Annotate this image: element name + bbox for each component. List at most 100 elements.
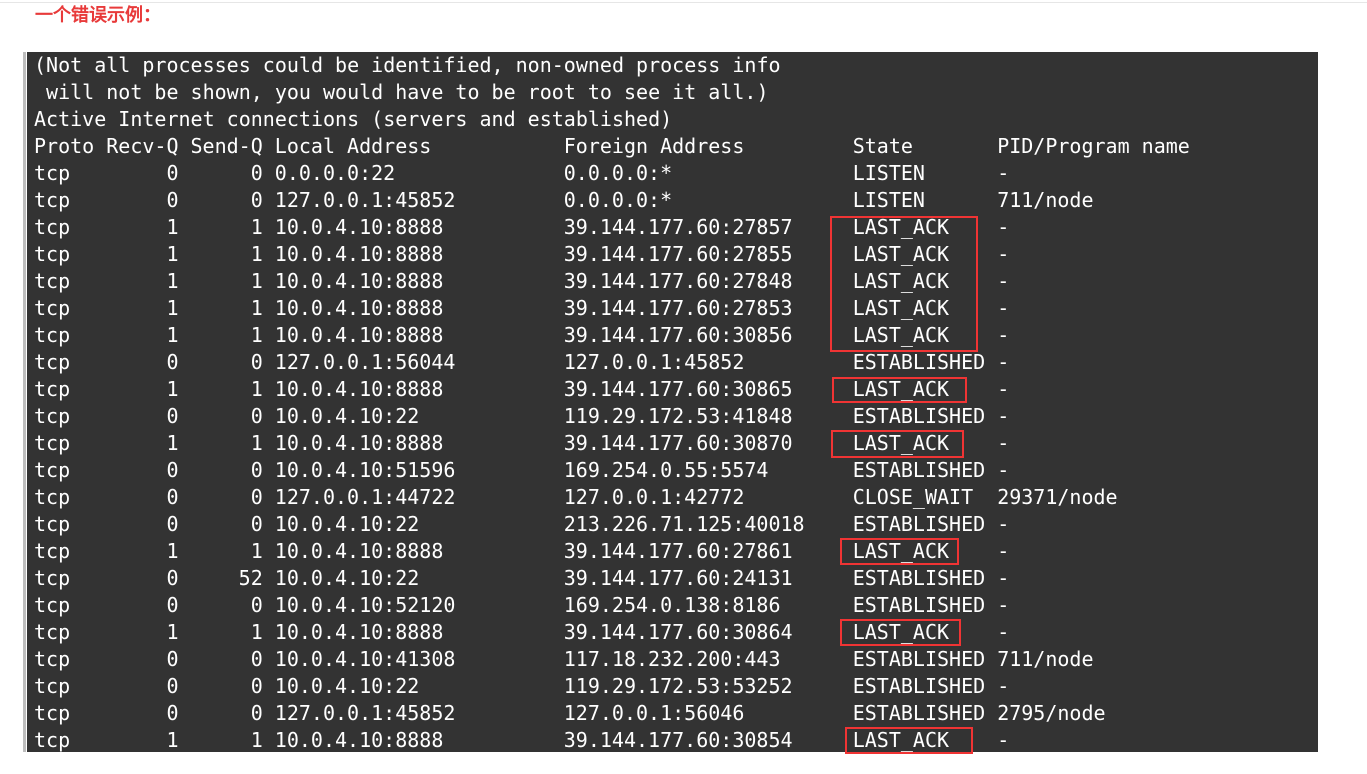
- cell-local-address: 127.0.0.1:45852: [274, 188, 456, 212]
- cell-foreign-address: 39.144.177.60:27848: [563, 269, 793, 293]
- cell-send-q: 1: [250, 269, 263, 293]
- cell-recv-q: 0: [166, 161, 179, 185]
- highlight-box-last-ack: [845, 727, 973, 754]
- cell-send-q: 1: [250, 728, 263, 752]
- cell-pid-program: -: [997, 431, 1010, 455]
- cell-proto: tcp: [34, 701, 71, 725]
- cell-foreign-address: 39.144.177.60:30856: [563, 323, 793, 347]
- cell-recv-q: 1: [166, 431, 179, 455]
- cell-proto: tcp: [34, 728, 71, 752]
- cell-recv-q: 0: [166, 566, 179, 590]
- code-block-left-border: [23, 52, 26, 752]
- cell-proto: tcp: [34, 188, 71, 212]
- terminal-preamble-line: will not be shown, you would have to be …: [34, 80, 769, 104]
- cell-send-q: 0: [250, 161, 263, 185]
- cell-pid-program: -: [997, 242, 1010, 266]
- cell-pid-program: -: [997, 566, 1010, 590]
- cell-proto: tcp: [34, 350, 71, 374]
- cell-pid-program: -: [997, 296, 1010, 320]
- cell-send-q: 0: [250, 512, 263, 536]
- cell-send-q: 1: [250, 431, 263, 455]
- cell-foreign-address: 39.144.177.60:30864: [563, 620, 793, 644]
- cell-local-address: 10.0.4.10:22: [274, 512, 420, 536]
- terminal-preamble-line: (Not all processes could be identified, …: [34, 53, 781, 77]
- cell-pid-program: -: [997, 350, 1010, 374]
- cell-pid-program: -: [997, 539, 1010, 563]
- column-header-foreign-address: Foreign Address: [563, 134, 745, 158]
- cell-pid-program: -: [997, 404, 1010, 428]
- cell-pid-program: 711/node: [997, 647, 1094, 671]
- cell-send-q: 1: [250, 242, 263, 266]
- cell-local-address: 10.0.4.10:8888: [274, 242, 444, 266]
- cell-recv-q: 0: [166, 485, 179, 509]
- cell-proto: tcp: [34, 431, 71, 455]
- cell-local-address: 127.0.0.1:44722: [274, 485, 456, 509]
- cell-state: ESTABLISHED: [852, 566, 986, 590]
- cell-state: LISTEN: [852, 188, 925, 212]
- cell-state: ESTABLISHED: [852, 674, 986, 698]
- top-divider: [0, 2, 1367, 3]
- cell-foreign-address: 39.144.177.60:24131: [563, 566, 793, 590]
- cell-proto: tcp: [34, 539, 71, 563]
- cell-local-address: 10.0.4.10:8888: [274, 539, 444, 563]
- cell-recv-q: 1: [166, 323, 179, 347]
- cell-state: ESTABLISHED: [852, 647, 986, 671]
- cell-local-address: 0.0.0.0:22: [274, 161, 396, 185]
- cell-recv-q: 0: [166, 458, 179, 482]
- column-header-local-address: Local Address: [274, 134, 432, 158]
- cell-send-q: 52: [238, 566, 263, 590]
- cell-proto: tcp: [34, 593, 71, 617]
- cell-recv-q: 1: [166, 620, 179, 644]
- cell-recv-q: 0: [166, 188, 179, 212]
- cell-state: ESTABLISHED: [852, 404, 986, 428]
- cell-state: ESTABLISHED: [852, 458, 986, 482]
- column-header-send-q: Send-Q: [190, 134, 263, 158]
- cell-pid-program: -: [997, 323, 1010, 347]
- cell-send-q: 1: [250, 215, 263, 239]
- cell-send-q: 0: [250, 701, 263, 725]
- column-header-state: State: [852, 134, 913, 158]
- cell-foreign-address: 127.0.0.1:42772: [563, 485, 745, 509]
- cell-foreign-address: 0.0.0.0:*: [563, 188, 673, 212]
- cell-local-address: 10.0.4.10:22: [274, 674, 420, 698]
- cell-foreign-address: 39.144.177.60:27857: [563, 215, 793, 239]
- cell-foreign-address: 119.29.172.53:41848: [563, 404, 793, 428]
- cell-pid-program: -: [997, 620, 1010, 644]
- cell-foreign-address: 0.0.0.0:*: [563, 161, 673, 185]
- cell-recv-q: 1: [166, 215, 179, 239]
- cell-pid-program: 29371/node: [997, 485, 1118, 509]
- cell-foreign-address: 39.144.177.60:30854: [563, 728, 793, 752]
- cell-local-address: 10.0.4.10:51596: [274, 458, 456, 482]
- cell-local-address: 10.0.4.10:41308: [274, 647, 456, 671]
- highlight-box-last-ack: [831, 430, 964, 458]
- cell-send-q: 0: [250, 350, 263, 374]
- cell-proto: tcp: [34, 323, 71, 347]
- cell-foreign-address: 213.226.71.125:40018: [563, 512, 805, 536]
- cell-recv-q: 0: [166, 674, 179, 698]
- cell-foreign-address: 169.254.0.55:5574: [563, 458, 769, 482]
- cell-foreign-address: 117.18.232.200:443: [563, 647, 781, 671]
- cell-local-address: 10.0.4.10:22: [274, 404, 420, 428]
- cell-proto: tcp: [34, 566, 71, 590]
- cell-local-address: 10.0.4.10:52120: [274, 593, 456, 617]
- cell-pid-program: -: [997, 728, 1010, 752]
- cell-proto: tcp: [34, 404, 71, 428]
- cell-foreign-address: 39.144.177.60:30870: [563, 431, 793, 455]
- cell-local-address: 10.0.4.10:8888: [274, 269, 444, 293]
- cell-send-q: 0: [250, 647, 263, 671]
- cell-state: CLOSE_WAIT: [852, 485, 974, 509]
- cell-local-address: 10.0.4.10:8888: [274, 431, 444, 455]
- cell-recv-q: 1: [166, 296, 179, 320]
- cell-state: ESTABLISHED: [852, 350, 986, 374]
- cell-pid-program: -: [997, 161, 1010, 185]
- cell-recv-q: 0: [166, 404, 179, 428]
- cell-send-q: 0: [250, 458, 263, 482]
- cell-state: ESTABLISHED: [852, 593, 986, 617]
- cell-proto: tcp: [34, 296, 71, 320]
- highlight-box-last-ack-group: [830, 216, 978, 352]
- highlight-box-last-ack: [840, 538, 959, 565]
- cell-proto: tcp: [34, 269, 71, 293]
- cell-send-q: 0: [250, 593, 263, 617]
- cell-send-q: 1: [250, 620, 263, 644]
- highlight-box-last-ack: [840, 619, 961, 646]
